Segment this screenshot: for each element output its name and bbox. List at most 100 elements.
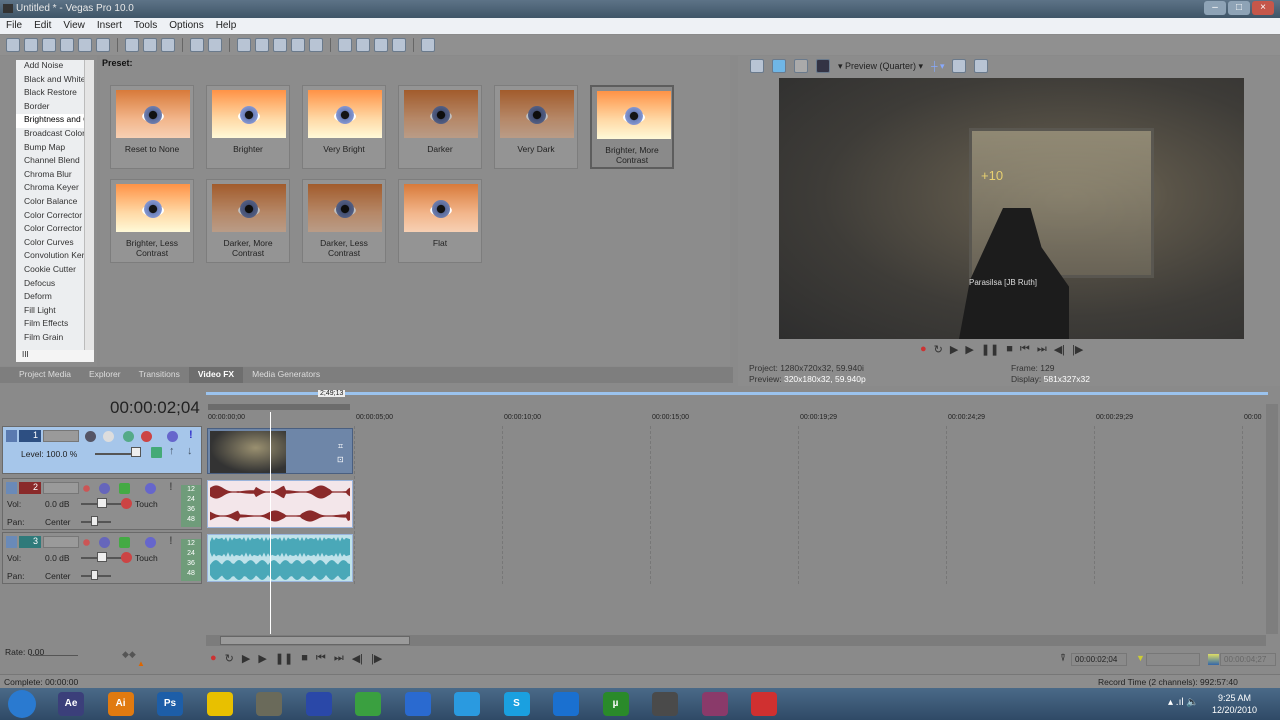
fx-list-item[interactable]: Black and White — [16, 74, 94, 88]
fx-list-item[interactable]: Color Corrector — [16, 210, 94, 224]
maximize-button[interactable]: □ — [1228, 1, 1250, 15]
solo-icon[interactable]: ! — [169, 535, 173, 547]
video-track-header-1[interactable]: 1 ! Level: 100.0 % ↑ ↓ — [2, 426, 202, 474]
menu-help[interactable]: Help — [210, 18, 243, 34]
copy-snapshot-icon[interactable] — [952, 59, 967, 73]
event-pan-crop-icon[interactable]: ⌗ — [338, 441, 343, 452]
copy-icon[interactable] — [143, 38, 157, 52]
track-minimize-icon[interactable] — [6, 430, 17, 442]
minimize-button[interactable]: – — [1204, 1, 1226, 15]
automation-mode[interactable]: Touch — [135, 553, 158, 563]
taskbar-clock[interactable]: 9:25 AM 12/20/2010 — [1212, 692, 1257, 716]
selection-length-field[interactable]: 00:00:04;27 — [1220, 653, 1276, 666]
fx-list-item[interactable]: Convolution Kernel — [16, 250, 94, 264]
preset-tile[interactable]: Very Dark — [494, 85, 578, 169]
redo-icon[interactable] — [208, 38, 222, 52]
paste-icon[interactable] — [161, 38, 175, 52]
preset-tile[interactable]: Darker — [398, 85, 482, 169]
track-fx-icon[interactable] — [119, 537, 130, 548]
fx-list-horizontal-scrollbar[interactable]: III — [16, 350, 94, 362]
make-compositing-parent-icon[interactable]: ↓ — [187, 445, 193, 457]
tab-project-media[interactable]: Project Media — [10, 367, 80, 383]
menu-view[interactable]: View — [57, 18, 91, 34]
taskbar-illustrator-icon[interactable]: Ai — [107, 692, 134, 716]
invert-phase-icon[interactable] — [99, 537, 110, 548]
track-name-field[interactable] — [43, 482, 79, 494]
audio-event-2[interactable] — [207, 480, 353, 528]
playhead-cursor[interactable] — [270, 412, 271, 634]
preset-tile[interactable]: Darker, Less Contrast — [302, 179, 386, 263]
track-name-field[interactable] — [43, 430, 79, 442]
fx-list-vertical-scrollbar[interactable] — [84, 60, 94, 350]
menu-insert[interactable]: Insert — [91, 18, 128, 34]
stop-icon[interactable]: ■ — [1006, 343, 1013, 356]
taskbar-vegas-active-icon[interactable] — [652, 692, 678, 716]
cut-icon[interactable] — [125, 38, 139, 52]
preview-quality-dropdown[interactable]: ▾ Preview (Quarter) ▾ — [838, 61, 923, 72]
fx-list-item[interactable]: Color Balance — [16, 196, 94, 210]
preset-tile[interactable]: Flat — [398, 179, 482, 263]
record-icon[interactable]: ● — [210, 652, 217, 665]
normal-edit-tool-icon[interactable] — [338, 38, 352, 52]
grid-dropdown-icon[interactable]: ┼ ▾ — [931, 61, 944, 72]
split-screen-icon[interactable] — [794, 59, 808, 73]
loop-icon[interactable]: ↻ — [934, 343, 943, 356]
event-fx-icon[interactable]: ⊡ — [337, 455, 344, 464]
preset-tile[interactable]: Brighter, Less Contrast — [110, 179, 194, 263]
fx-list-item[interactable]: Border — [16, 101, 94, 115]
video-fx-icon[interactable] — [151, 447, 162, 458]
external-monitor-icon[interactable] — [772, 59, 786, 73]
track-fx-icon[interactable] — [103, 431, 114, 442]
pan-slider-thumb[interactable] — [91, 516, 98, 526]
track-minimize-icon[interactable] — [6, 536, 17, 548]
selection-tool-icon[interactable] — [374, 38, 388, 52]
overlays-icon[interactable] — [816, 59, 830, 73]
track-fx-icon[interactable] — [119, 483, 130, 494]
pan-slider-thumb[interactable] — [91, 570, 98, 580]
compositing-mode-icon[interactable] — [123, 431, 134, 442]
preset-tile[interactable]: Reset to None — [110, 85, 194, 169]
arm-for-record-icon[interactable] — [83, 485, 90, 492]
pause-icon[interactable]: ❚❚ — [981, 343, 999, 356]
open-icon[interactable] — [24, 38, 38, 52]
taskbar-utorrent-icon[interactable]: µ — [602, 692, 629, 716]
go-to-start-icon[interactable]: ⏮ — [1020, 343, 1030, 356]
fx-list-item[interactable]: Defocus — [16, 278, 94, 292]
taskbar-chrome-icon[interactable] — [355, 692, 381, 716]
taskbar-itunes-icon[interactable] — [404, 692, 431, 716]
track-motion-icon[interactable] — [85, 431, 96, 442]
lock-envelopes-icon[interactable] — [255, 38, 269, 52]
go-to-end-icon[interactable]: ⏭ — [334, 652, 344, 665]
invert-phase-icon[interactable] — [99, 483, 110, 494]
audio-track-header-2[interactable]: 2! Vol: 0.0 dB Touch Pan: Center 12 24 36 48 — [2, 478, 202, 530]
preset-tile[interactable]: Very Bright — [302, 85, 386, 169]
automation-icon[interactable] — [121, 552, 132, 563]
track-name-field[interactable] — [43, 536, 79, 548]
what-is-this-help-icon[interactable] — [421, 38, 435, 52]
taskbar-teamviewer-icon[interactable] — [553, 692, 579, 716]
mute-icon[interactable] — [145, 483, 156, 494]
preset-tile[interactable]: Brighter — [206, 85, 290, 169]
video-output-fx-icon[interactable] — [750, 59, 764, 73]
fx-list-item[interactable]: Channel Blend — [16, 155, 94, 169]
pause-icon[interactable]: ❚❚ — [275, 652, 293, 665]
next-frame-icon[interactable]: |▶ — [1072, 343, 1083, 356]
tab-media-generators[interactable]: Media Generators — [243, 367, 329, 383]
tab-video-fx[interactable]: Video FX — [188, 367, 244, 383]
mute-icon[interactable] — [167, 431, 178, 442]
taskbar-firefox-icon[interactable] — [305, 692, 332, 716]
audio-event-3[interactable] — [207, 534, 353, 582]
loop-region-bar[interactable] — [208, 404, 350, 410]
audio-track-header-3[interactable]: 3! Vol: 0.0 dB Touch Pan: Center 12 24 36 48 — [2, 532, 202, 584]
fx-list-item[interactable]: Cookie Cutter — [16, 264, 94, 278]
previous-frame-icon[interactable]: ◀| — [352, 652, 363, 665]
scroll-thumb-grip[interactable]: III — [22, 350, 29, 359]
track-minimize-icon[interactable] — [6, 482, 17, 494]
fx-list-item[interactable]: Fill Light — [16, 305, 94, 319]
undo-icon[interactable] — [190, 38, 204, 52]
level-slider-thumb[interactable] — [131, 447, 141, 457]
close-button[interactable]: × — [1252, 1, 1274, 15]
save-icon[interactable] — [42, 38, 56, 52]
auto-ripple-icon[interactable] — [237, 38, 251, 52]
fx-list-item[interactable]: Brightness and Contrast — [16, 114, 94, 128]
